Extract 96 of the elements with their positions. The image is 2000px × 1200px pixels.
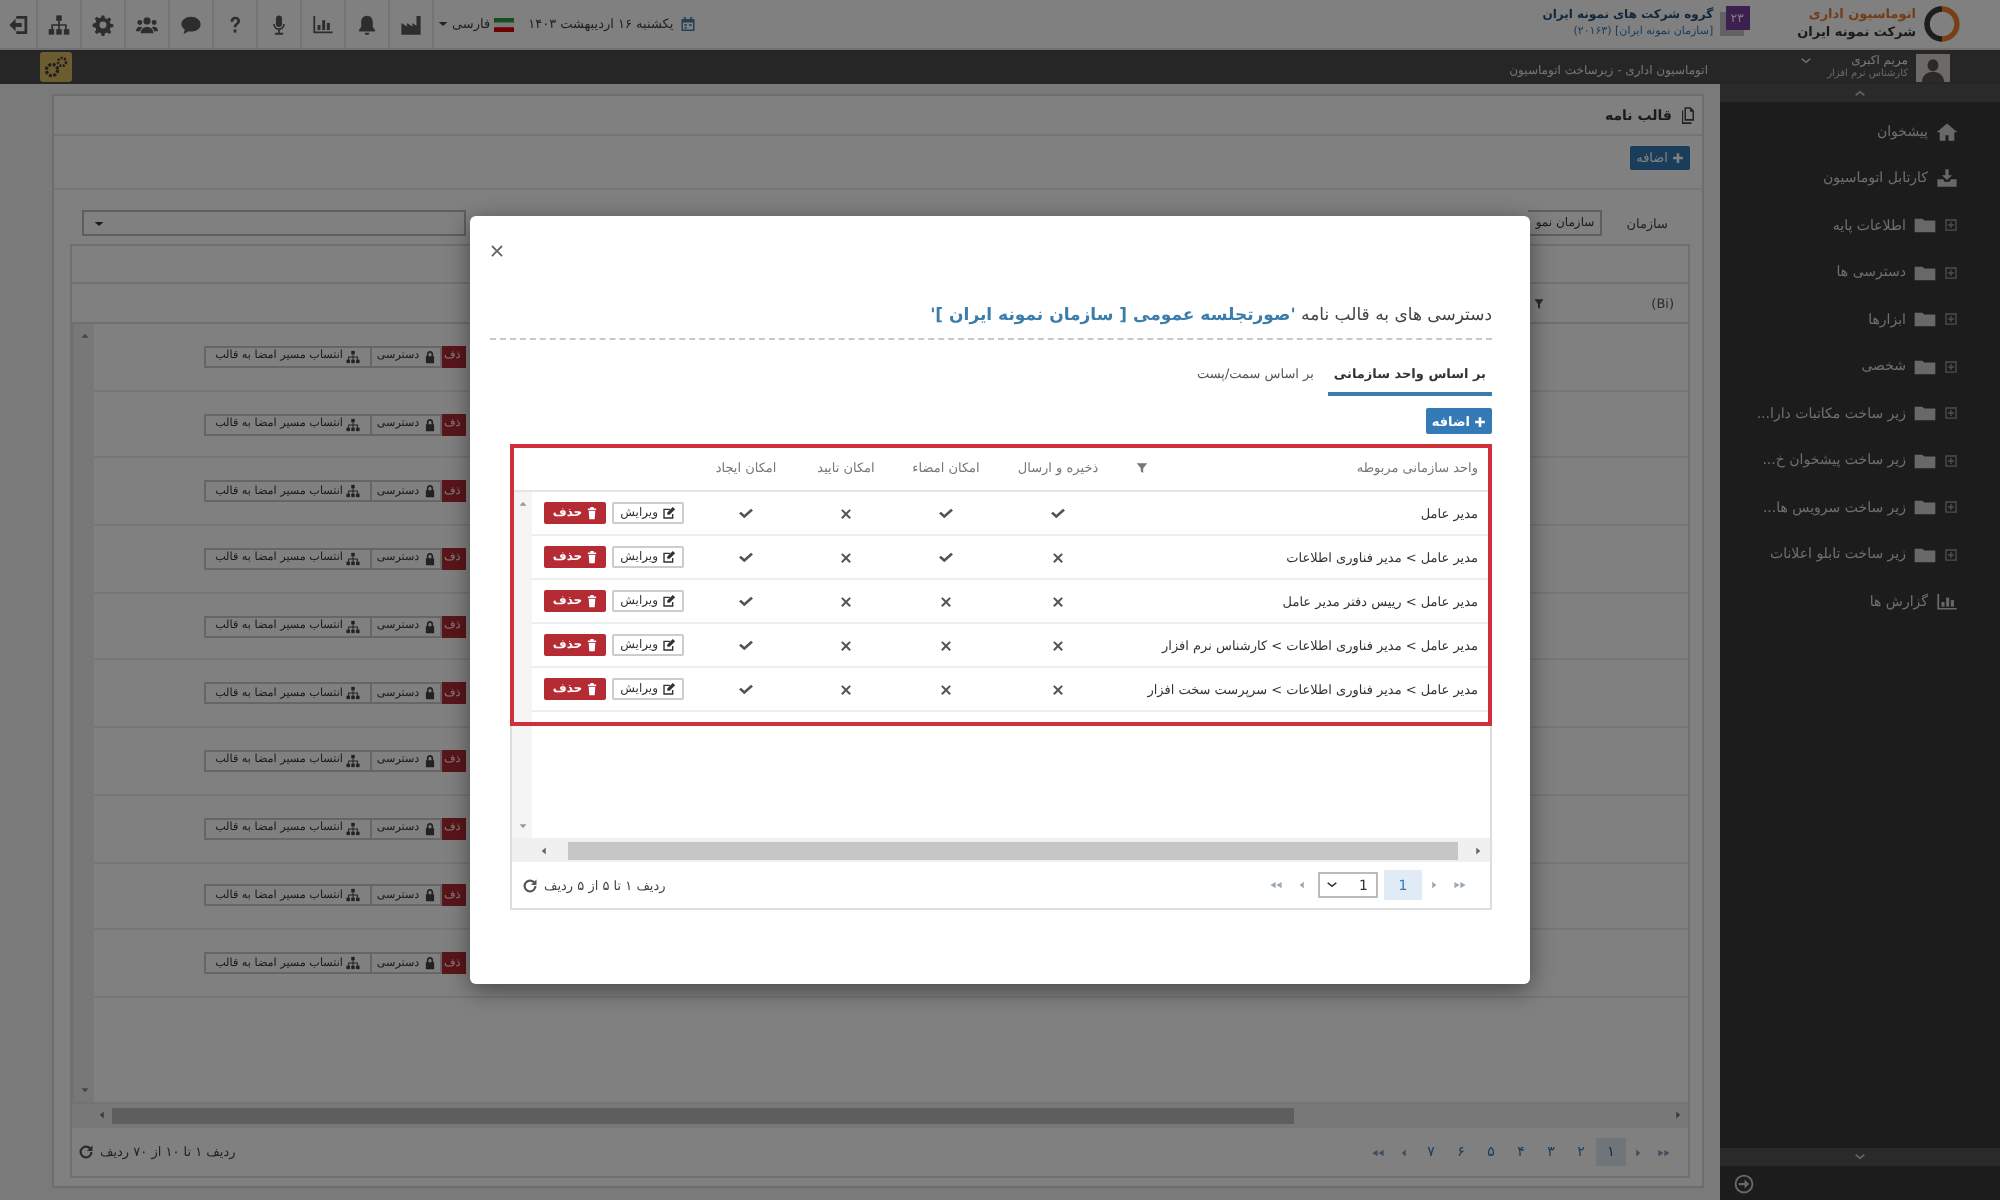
refresh-icon[interactable] <box>522 877 538 893</box>
bar-chart-icon <box>1936 591 1958 612</box>
expand-icon[interactable] <box>1944 312 1958 327</box>
sitemap-icon <box>346 484 361 499</box>
arrow-left-icon[interactable] <box>1298 880 1306 890</box>
caret-down-icon <box>94 219 104 227</box>
trash-icon <box>586 550 599 564</box>
folder-icon <box>1914 357 1936 376</box>
edit-icon <box>662 550 676 564</box>
sitemap-icon <box>346 417 361 432</box>
trash-icon <box>586 594 599 608</box>
lock-icon <box>423 417 436 432</box>
sitemap-icon <box>346 956 361 971</box>
expand-icon[interactable] <box>1944 265 1958 280</box>
arrow-left-icon[interactable] <box>1400 1147 1408 1157</box>
lock-icon <box>423 753 436 768</box>
bell-icon[interactable] <box>356 13 378 35</box>
edit-icon <box>662 506 676 520</box>
arrow-left-icon[interactable] <box>98 1110 106 1120</box>
folder-icon <box>1914 545 1936 564</box>
users-icon[interactable] <box>136 13 158 35</box>
edit-icon <box>662 594 676 608</box>
lock-icon <box>423 551 436 566</box>
sitemap-icon <box>346 888 361 903</box>
chevron-down-icon[interactable] <box>1799 56 1812 66</box>
folder-icon <box>1914 404 1936 423</box>
sitemap-icon <box>346 686 361 701</box>
lock-icon <box>423 619 436 634</box>
expand-icon[interactable] <box>1944 547 1958 562</box>
dialog-title: دسترسی های به قالب نامه 'صورتجلسه عمومی [ سازمان نمونه ایران ]' <box>490 286 1492 340</box>
caret-down-icon <box>438 20 448 28</box>
expand-icon[interactable] <box>1944 359 1958 374</box>
edit-icon <box>662 638 676 652</box>
microphone-icon[interactable] <box>268 13 290 35</box>
bar-chart-icon[interactable] <box>312 13 334 35</box>
arrow-up-icon[interactable] <box>517 500 527 508</box>
expand-icon[interactable] <box>1944 406 1958 421</box>
arrow-circle-icon[interactable] <box>1734 1173 1754 1193</box>
chevron-up-icon <box>1854 88 1866 98</box>
arrow-right-icon[interactable] <box>1430 880 1438 890</box>
plus-icon <box>1474 415 1486 427</box>
trash-icon <box>586 506 599 520</box>
folder-icon <box>1914 263 1936 282</box>
expand-icon[interactable] <box>1944 218 1958 233</box>
expand-icon[interactable] <box>1944 500 1958 515</box>
refresh-icon[interactable] <box>78 1144 94 1160</box>
arrow-right-icon[interactable] <box>1634 1147 1642 1157</box>
sitemap-icon[interactable] <box>48 13 70 35</box>
double-arrow-left-icon[interactable] <box>1270 880 1282 890</box>
arrow-down-icon[interactable] <box>517 822 527 830</box>
folder-icon <box>1914 498 1936 517</box>
double-arrow-right-icon[interactable] <box>1658 1147 1670 1157</box>
sitemap-icon <box>346 349 361 364</box>
sitemap-icon <box>346 753 361 768</box>
arrow-up-icon[interactable] <box>79 332 89 340</box>
flag-icon <box>494 17 515 31</box>
folder-icon <box>1914 310 1936 329</box>
edit-icon <box>662 682 676 696</box>
arrow-left-icon[interactable] <box>540 845 548 855</box>
double-arrow-right-icon[interactable] <box>1454 880 1466 890</box>
arrow-down-icon[interactable] <box>79 1086 89 1094</box>
double-arrow-left-icon[interactable] <box>1372 1147 1384 1157</box>
scrollbar-thumb[interactable] <box>112 1107 1295 1123</box>
logo-icon <box>1924 6 1960 42</box>
select-field[interactable] <box>82 210 466 236</box>
sign-out-icon[interactable] <box>7 13 29 35</box>
document-icon <box>1680 106 1696 124</box>
arrow-right-icon[interactable] <box>1674 1110 1682 1120</box>
close-icon[interactable] <box>490 244 504 258</box>
lock-icon <box>423 349 436 364</box>
lock-icon <box>423 888 436 903</box>
filter-icon[interactable] <box>1136 462 1148 474</box>
download-tray-icon <box>1936 168 1958 189</box>
folder-icon <box>1914 451 1936 470</box>
lock-icon <box>423 956 436 971</box>
chevron-down-icon <box>1854 1152 1866 1162</box>
chevron-down-icon <box>1326 880 1338 890</box>
sitemap-icon <box>346 551 361 566</box>
lock-icon <box>423 821 436 836</box>
scrollbar-thumb[interactable] <box>568 841 1458 859</box>
gears-icon[interactable] <box>40 52 72 82</box>
lock-icon <box>423 686 436 701</box>
expand-icon[interactable] <box>1944 453 1958 468</box>
arrow-right-icon[interactable] <box>1474 845 1482 855</box>
comment-icon[interactable] <box>180 13 202 35</box>
sitemap-icon <box>346 821 361 836</box>
sitemap-icon <box>346 619 361 634</box>
calendar-icon <box>679 16 696 32</box>
plus-icon <box>1672 152 1684 164</box>
lock-icon <box>423 484 436 499</box>
trash-icon <box>586 638 599 652</box>
factory-icon[interactable] <box>400 13 422 35</box>
home-icon <box>1936 121 1958 142</box>
settings-icon[interactable] <box>92 13 114 35</box>
folder-icon <box>1914 216 1936 235</box>
trash-icon <box>586 682 599 696</box>
